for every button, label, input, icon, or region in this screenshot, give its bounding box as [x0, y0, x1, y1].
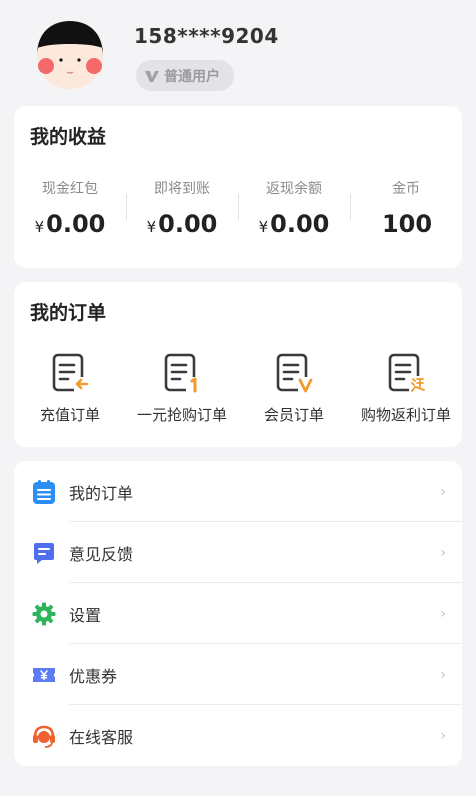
- menu-item-customer-service[interactable]: 在线客服 ›: [14, 705, 462, 766]
- order-list-icon: [31, 479, 57, 505]
- earning-value: 0.00: [46, 210, 106, 238]
- order-label: 一元抢购订单: [136, 406, 227, 424]
- profile-header: 158****9204 普通用户: [0, 0, 476, 100]
- earning-value: 0.00: [158, 210, 218, 238]
- vip-v-icon: [145, 70, 159, 82]
- flash-sale-order-button[interactable]: 一元抢购订单: [127, 352, 237, 425]
- earnings-card: 我的收益 现金红包 ¥0.00 即将到账 ¥0.00 返现余额 ¥0.00 金币…: [14, 106, 462, 268]
- currency-symbol: ¥: [146, 218, 157, 236]
- orders-card: 我的订单 充值订单 一元抢购订单 会员订单 购物返利订单: [14, 282, 462, 447]
- earning-label: 即将到账: [154, 181, 210, 197]
- earning-cash-redpacket[interactable]: 现金红包 ¥0.00: [14, 176, 126, 256]
- menu-label: 设置: [69, 605, 102, 625]
- order-label: 充值订单: [39, 406, 100, 424]
- phone-number: 158****9204: [134, 24, 279, 48]
- order-label: 会员订单: [263, 406, 324, 424]
- earning-label: 金币: [392, 181, 420, 197]
- menu-item-coupons[interactable]: 优惠券 ›: [14, 644, 462, 705]
- earning-value: 100: [381, 210, 433, 238]
- menu-label: 我的订单: [69, 483, 134, 503]
- earning-label: 返现余额: [266, 181, 322, 197]
- rebate-order-button[interactable]: 购物返利订单: [351, 352, 461, 425]
- earnings-title: 我的收益: [30, 126, 107, 148]
- earning-coins[interactable]: 金币 100: [350, 176, 462, 256]
- customer-service-icon: [31, 723, 57, 749]
- earning-cashback-balance[interactable]: 返现余额 ¥0.00: [238, 176, 350, 256]
- currency-symbol: ¥: [258, 218, 269, 236]
- order-label: 购物返利订单: [360, 406, 451, 424]
- user-level-label: 普通用户: [164, 68, 220, 85]
- menu-label: 在线客服: [69, 727, 134, 747]
- menu-item-feedback[interactable]: 意见反馈 ›: [14, 522, 462, 583]
- feedback-icon: [31, 540, 57, 566]
- menu-list: 我的订单 › 意见反馈 › 设置 › 优惠券 › 在线客服 ›: [14, 461, 462, 766]
- coupon-icon: [31, 662, 57, 688]
- menu-item-my-orders[interactable]: 我的订单 ›: [14, 461, 462, 522]
- chevron-right-icon: ›: [440, 544, 446, 561]
- chevron-right-icon: ›: [440, 605, 446, 622]
- vip-order-button[interactable]: 会员订单: [239, 352, 349, 425]
- menu-item-settings[interactable]: 设置 ›: [14, 583, 462, 644]
- chevron-right-icon: ›: [440, 727, 446, 744]
- user-level-badge: 普通用户: [136, 60, 234, 91]
- recharge-order-icon: [52, 353, 89, 392]
- avatar[interactable]: [34, 18, 106, 90]
- currency-symbol: ¥: [34, 218, 45, 236]
- earning-label: 现金红包: [42, 181, 98, 197]
- orders-title: 我的订单: [30, 302, 107, 324]
- gear-icon: [31, 601, 57, 627]
- chevron-right-icon: ›: [440, 483, 446, 500]
- earning-value: 0.00: [270, 210, 330, 238]
- flash-sale-order-icon: [164, 353, 201, 393]
- rebate-order-icon: [388, 353, 425, 392]
- menu-label: 优惠券: [69, 666, 118, 686]
- recharge-order-button[interactable]: 充值订单: [15, 352, 125, 425]
- earning-pending[interactable]: 即将到账 ¥0.00: [126, 176, 238, 256]
- menu-label: 意见反馈: [69, 544, 134, 564]
- vip-order-icon: [276, 353, 313, 393]
- chevron-right-icon: ›: [440, 666, 446, 683]
